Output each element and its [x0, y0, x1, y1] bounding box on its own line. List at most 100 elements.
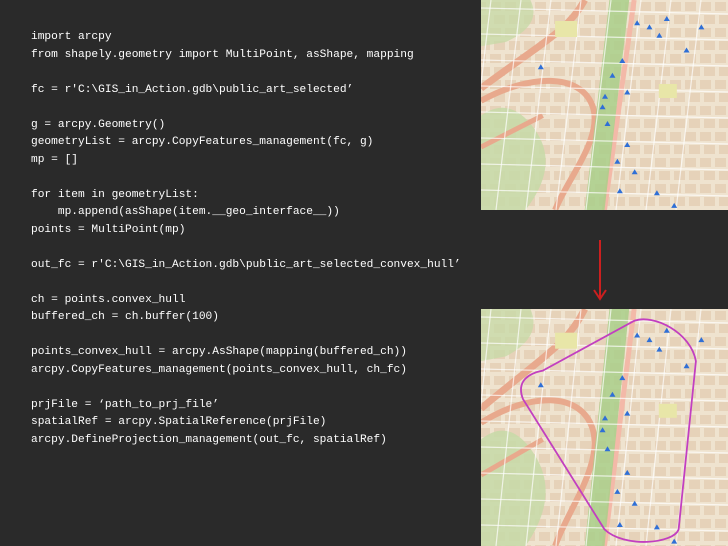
city-block [700, 106, 711, 115]
city-block [685, 311, 696, 320]
city-block [640, 493, 651, 502]
city-block [509, 93, 520, 102]
city-block [715, 184, 726, 193]
down-arrow-icon [593, 240, 607, 301]
city-block [659, 197, 670, 206]
city-block [655, 337, 666, 346]
city-block [715, 363, 726, 372]
code-line: prjFile = ‘path_to_prj_file’ [31, 398, 219, 411]
city-block [655, 389, 666, 398]
city-block [644, 197, 655, 206]
city-block [655, 467, 666, 476]
city-block [505, 415, 516, 424]
city-block [700, 363, 711, 372]
code-line: g = arcpy.Geometry() [31, 118, 166, 131]
code-line: buffered_ch = ch.buffer(100) [31, 311, 219, 323]
city-block [704, 506, 715, 515]
city-block [655, 2, 666, 11]
city-block [644, 350, 655, 359]
city-block [719, 350, 728, 359]
city-block [625, 132, 636, 141]
code-line: arcpy.DefineProjection_management(out_fc… [31, 433, 387, 446]
city-block [580, 363, 591, 372]
city-block [539, 93, 550, 102]
city-block [490, 54, 501, 63]
city-block [554, 67, 565, 76]
city-block [655, 106, 666, 115]
city-block [719, 324, 728, 333]
code-line: from shapely.geometry import MultiPoint,… [31, 48, 414, 61]
city-block [719, 376, 728, 385]
city-block [715, 28, 726, 37]
city-block [524, 428, 535, 437]
city-block [700, 54, 711, 63]
city-block [644, 67, 655, 76]
city-block [569, 454, 580, 463]
city-block [580, 441, 591, 450]
city-block [659, 376, 670, 385]
city-block [644, 532, 655, 541]
city-block [569, 41, 580, 50]
city-block [685, 184, 696, 193]
city-block [659, 119, 670, 128]
park-area [658, 403, 677, 418]
city-block [685, 106, 696, 115]
city-block [659, 480, 670, 489]
city-block [625, 106, 636, 115]
city-block [629, 506, 640, 515]
code-line: points_convex_hull = arcpy.AsShape(mappi… [31, 346, 407, 358]
city-block [719, 197, 728, 206]
map-art-points [481, 0, 728, 210]
city-block [569, 119, 580, 128]
city-block [655, 311, 666, 320]
city-block [719, 480, 728, 489]
city-block [580, 106, 591, 115]
city-block [655, 132, 666, 141]
city-block [539, 197, 550, 206]
city-block [640, 158, 651, 167]
city-block [625, 493, 636, 502]
city-block [689, 480, 700, 489]
city-block [644, 119, 655, 128]
city-block [644, 324, 655, 333]
city-block [670, 493, 681, 502]
city-block [700, 441, 711, 450]
city-block [704, 197, 715, 206]
city-block [689, 67, 700, 76]
city-block [625, 389, 636, 398]
city-block [670, 106, 681, 115]
city-block [719, 145, 728, 154]
city-block [689, 197, 700, 206]
code-line: for item in geometryList: [31, 188, 199, 201]
city-block [685, 158, 696, 167]
city-block [670, 158, 681, 167]
code-line: out_fc = r'C:\GIS_in_Action.gdb\public_a… [31, 258, 461, 271]
city-block [640, 106, 651, 115]
city-block [700, 184, 711, 193]
city-block [640, 519, 651, 528]
city-block [629, 532, 640, 541]
city-block [554, 93, 565, 102]
city-block [655, 493, 666, 502]
city-block [704, 454, 715, 463]
city-block [700, 467, 711, 476]
city-block [640, 80, 651, 89]
city-block [715, 311, 726, 320]
city-block [554, 324, 565, 333]
city-block [670, 311, 681, 320]
city-block [689, 428, 700, 437]
city-block [689, 171, 700, 180]
map-convex-hull [481, 309, 728, 546]
city-block [625, 158, 636, 167]
city-block [704, 171, 715, 180]
city-block [580, 28, 591, 37]
city-block [689, 93, 700, 102]
city-block [554, 41, 565, 50]
city-block [629, 67, 640, 76]
city-block [704, 145, 715, 154]
city-block [539, 532, 550, 541]
city-block [685, 28, 696, 37]
city-block [674, 197, 685, 206]
